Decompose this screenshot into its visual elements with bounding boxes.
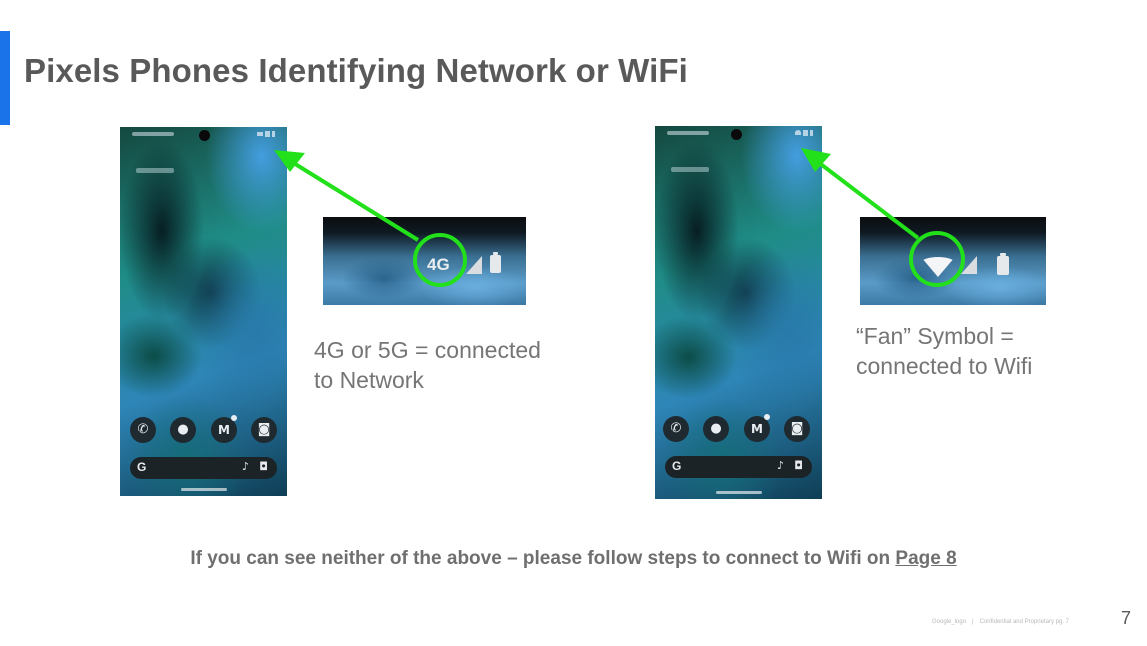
google-logo-placeholder: Google_logo bbox=[932, 619, 967, 625]
app-dock: ✆ ● M ◙ bbox=[120, 415, 287, 443]
camera-cutout bbox=[731, 129, 742, 140]
gmail-icon[interactable]: M bbox=[211, 415, 237, 443]
messages-icon[interactable]: ● bbox=[170, 417, 196, 443]
status-bar-icons bbox=[257, 131, 277, 137]
footer-instruction-text: If you can see neither of the above – pl… bbox=[190, 548, 896, 569]
phone-icon[interactable]: ✆ bbox=[130, 417, 156, 443]
page-number: 7 bbox=[1120, 608, 1131, 628]
network-caption: 4G or 5G = connected to Network bbox=[314, 335, 541, 395]
title-accent-bar bbox=[0, 31, 10, 125]
google-g-icon: G bbox=[672, 459, 682, 473]
camera-icon[interactable]: ◙ bbox=[784, 416, 810, 442]
page-8-link[interactable]: Page 8 bbox=[895, 548, 956, 569]
zoomed-status-bar-network: 4G bbox=[323, 217, 526, 305]
google-search-bar[interactable]: G ♪ ◘ bbox=[665, 456, 812, 478]
status-bar-time bbox=[132, 132, 174, 136]
lens-icon[interactable]: ◘ bbox=[794, 459, 803, 472]
wifi-caption-line-1: “Fan” Symbol = bbox=[856, 323, 1014, 349]
wifi-fan-icon bbox=[921, 257, 955, 277]
cell-signal-icon bbox=[466, 256, 482, 274]
network-caption-line-1: 4G or 5G = connected bbox=[314, 337, 541, 363]
battery-icon bbox=[490, 252, 501, 273]
notification-dot bbox=[764, 414, 770, 420]
mic-icon[interactable]: ♪ bbox=[242, 460, 249, 473]
app-dock: ✆ ● M ◙ bbox=[655, 414, 822, 442]
notification-dot bbox=[231, 415, 237, 421]
footer-instruction: If you can see neither of the above – pl… bbox=[0, 548, 1147, 570]
home-gesture-bar bbox=[180, 488, 227, 491]
network-caption-line-2: to Network bbox=[314, 367, 424, 393]
wifi-caption-line-2: connected to Wifi bbox=[856, 353, 1033, 379]
google-search-bar[interactable]: G ♪ ◘ bbox=[130, 457, 277, 479]
wifi-caption: “Fan” Symbol = connected to Wifi bbox=[856, 321, 1032, 381]
messages-icon[interactable]: ● bbox=[703, 416, 729, 442]
phone-screenshot-wifi: ✆ ● M ◙ G ♪ ◘ bbox=[655, 126, 822, 499]
cell-signal-icon bbox=[961, 256, 977, 274]
network-type-label: 4G bbox=[427, 255, 450, 274]
mic-icon[interactable]: ♪ bbox=[777, 459, 784, 472]
gmail-icon[interactable]: M bbox=[744, 414, 770, 442]
battery-icon bbox=[997, 253, 1009, 275]
status-bar-icons bbox=[795, 130, 815, 136]
lockscreen-date bbox=[671, 167, 709, 172]
zoomed-status-bar-wifi bbox=[860, 217, 1046, 305]
phone-icon[interactable]: ✆ bbox=[663, 416, 689, 442]
status-bar-time bbox=[667, 131, 709, 135]
confidential-text: Confidential and Proprietary pg. 7 bbox=[979, 619, 1069, 625]
lens-icon[interactable]: ◘ bbox=[259, 460, 268, 473]
camera-icon[interactable]: ◙ bbox=[251, 417, 277, 443]
footer-confidential: Google_logo | Confidential and Proprietary… bbox=[932, 619, 1069, 625]
google-g-icon: G bbox=[137, 460, 147, 474]
slide-title: Pixels Phones Identifying Network or WiF… bbox=[24, 52, 688, 89]
home-gesture-bar bbox=[715, 491, 762, 494]
phone-screenshot-network: ✆ ● M ◙ G ♪ ◘ bbox=[120, 127, 287, 496]
lockscreen-date bbox=[136, 168, 174, 173]
camera-cutout bbox=[199, 130, 210, 141]
